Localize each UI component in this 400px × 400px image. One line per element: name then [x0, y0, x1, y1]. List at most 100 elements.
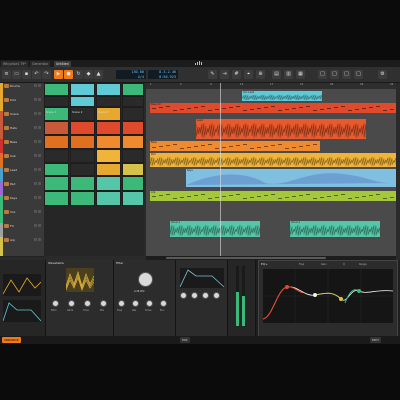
clip-slot[interactable] [70, 176, 95, 191]
empty-clip-slot[interactable] [44, 96, 69, 107]
filter-cutoff-knob[interactable] [138, 272, 153, 287]
clip-slot[interactable] [70, 121, 95, 135]
settings-button[interactable]: ⚙ [378, 70, 387, 79]
mute-button[interactable] [38, 168, 41, 171]
adsr-knob-sustain[interactable] [202, 292, 209, 299]
record-arm-button[interactable] [34, 112, 37, 115]
track-header[interactable]: Keys [0, 195, 44, 210]
metronome-button[interactable]: ▲ [94, 70, 103, 79]
clip-slot[interactable] [96, 163, 121, 176]
track-header[interactable]: FX [0, 223, 44, 238]
undo-button[interactable]: ↶ [32, 70, 41, 79]
mute-button[interactable] [38, 210, 41, 213]
panel-toggle-2[interactable]: □ [330, 70, 339, 79]
empty-clip-slot[interactable] [70, 107, 95, 121]
mute-button[interactable] [38, 238, 41, 241]
clip-slot[interactable] [44, 135, 69, 149]
clip-slot[interactable] [122, 176, 144, 191]
clip-slot[interactable] [96, 135, 121, 149]
mute-button[interactable] [38, 126, 41, 129]
eq-curve-display[interactable] [263, 269, 393, 323]
track-header[interactable]: Bass [0, 139, 44, 154]
mute-button[interactable] [38, 154, 41, 157]
empty-clip-slot[interactable] [70, 149, 95, 163]
panel-toggle-4[interactable]: □ [354, 70, 363, 79]
clip-slot[interactable] [70, 191, 95, 206]
layout-edit-button[interactable]: ▦ [296, 70, 305, 79]
track-header[interactable]: Kick [0, 97, 44, 112]
mute-button[interactable] [38, 112, 41, 115]
record-arm-button[interactable] [34, 140, 37, 143]
adsr-knob-attack[interactable] [180, 292, 187, 299]
grid-button[interactable]: # [232, 70, 241, 79]
clip-slot[interactable] [122, 83, 144, 96]
arranger-clip[interactable]: Keys [186, 169, 396, 187]
scene-label[interactable]: Scene 3 [98, 111, 108, 114]
lfo-display[interactable] [3, 274, 41, 296]
save-button[interactable]: ▪ [22, 70, 31, 79]
empty-clip-slot[interactable] [44, 149, 69, 163]
arranger-clip[interactable]: Vocal 1 [170, 221, 260, 237]
synth-knob-2[interactable] [68, 300, 75, 307]
mute-button[interactable] [38, 196, 41, 199]
scene-label[interactable]: Scene 1 [46, 111, 56, 114]
filter-knob-4[interactable] [160, 300, 167, 307]
zoom-button[interactable]: ⊕ [256, 70, 265, 79]
empty-clip-slot[interactable] [122, 96, 144, 107]
track-header[interactable]: Vox [0, 209, 44, 224]
mute-button[interactable] [38, 224, 41, 227]
clip-slot[interactable] [70, 135, 95, 149]
adsr-display[interactable] [180, 268, 224, 288]
mix-view-button[interactable]: MIX [180, 337, 190, 343]
mute-button[interactable] [38, 98, 41, 101]
synth-knob-3[interactable] [84, 300, 91, 307]
synth-knob-1[interactable] [52, 300, 59, 307]
automation-button[interactable]: ✎ [208, 70, 217, 79]
clip-slot[interactable] [96, 191, 121, 206]
arranger-clip[interactable]: Bass Ch [150, 103, 396, 113]
folder-button[interactable]: ▭ [12, 70, 21, 79]
adsr-knob-release[interactable] [213, 292, 220, 299]
adsr-knob-decay[interactable] [191, 292, 198, 299]
layout-arrange-button[interactable]: ▤ [272, 70, 281, 79]
follow-button[interactable]: ⇥ [220, 70, 229, 79]
record-arm-button[interactable] [34, 84, 37, 87]
arranger-clip[interactable]: Arp [150, 191, 396, 201]
empty-clip-slot[interactable] [96, 96, 121, 107]
track-header[interactable]: Sub [0, 153, 44, 168]
synth-knob-4[interactable] [100, 300, 107, 307]
track-header[interactable]: Snare [0, 111, 44, 126]
edit-view-button[interactable]: EDIT [370, 337, 381, 343]
clip-slot[interactable] [44, 176, 69, 191]
play-button[interactable]: ▶ [54, 70, 63, 79]
record-arm-button[interactable] [34, 224, 37, 227]
clip-slot[interactable] [70, 83, 95, 96]
position-display[interactable]: 8.3.2.46 0:56.923 [148, 70, 178, 79]
record-arm-button[interactable] [34, 210, 37, 213]
record-arm-button[interactable] [34, 182, 37, 185]
menu-button[interactable]: ≡ [2, 70, 11, 79]
clip-slot[interactable] [96, 176, 121, 191]
snap-button[interactable]: ⌖ [244, 70, 253, 79]
clip-slot[interactable] [96, 107, 121, 121]
filter-knob-1[interactable] [118, 300, 125, 307]
record-button[interactable]: ● [64, 70, 73, 79]
clip-slot[interactable] [96, 83, 121, 96]
clip-slot[interactable] [44, 121, 69, 135]
record-arm-button[interactable] [34, 126, 37, 129]
empty-clip-slot[interactable] [122, 107, 144, 121]
filter-knob-2[interactable] [132, 300, 139, 307]
arranger-clip[interactable]: Vocal 2 [290, 221, 380, 237]
clip-slot[interactable] [44, 83, 69, 96]
mute-button[interactable] [38, 140, 41, 143]
clip-slot[interactable] [70, 96, 95, 107]
scene-label[interactable]: Scene 2 [72, 111, 82, 114]
mute-button[interactable] [38, 84, 41, 87]
mute-button[interactable] [38, 182, 41, 185]
panel-toggle-3[interactable]: □ [342, 70, 351, 79]
clip-slot[interactable] [96, 149, 121, 163]
track-header[interactable]: Drums [0, 83, 44, 98]
punch-in-button[interactable]: ◆ [84, 70, 93, 79]
clip-slot[interactable] [44, 107, 69, 121]
clip-slot[interactable] [44, 191, 69, 206]
